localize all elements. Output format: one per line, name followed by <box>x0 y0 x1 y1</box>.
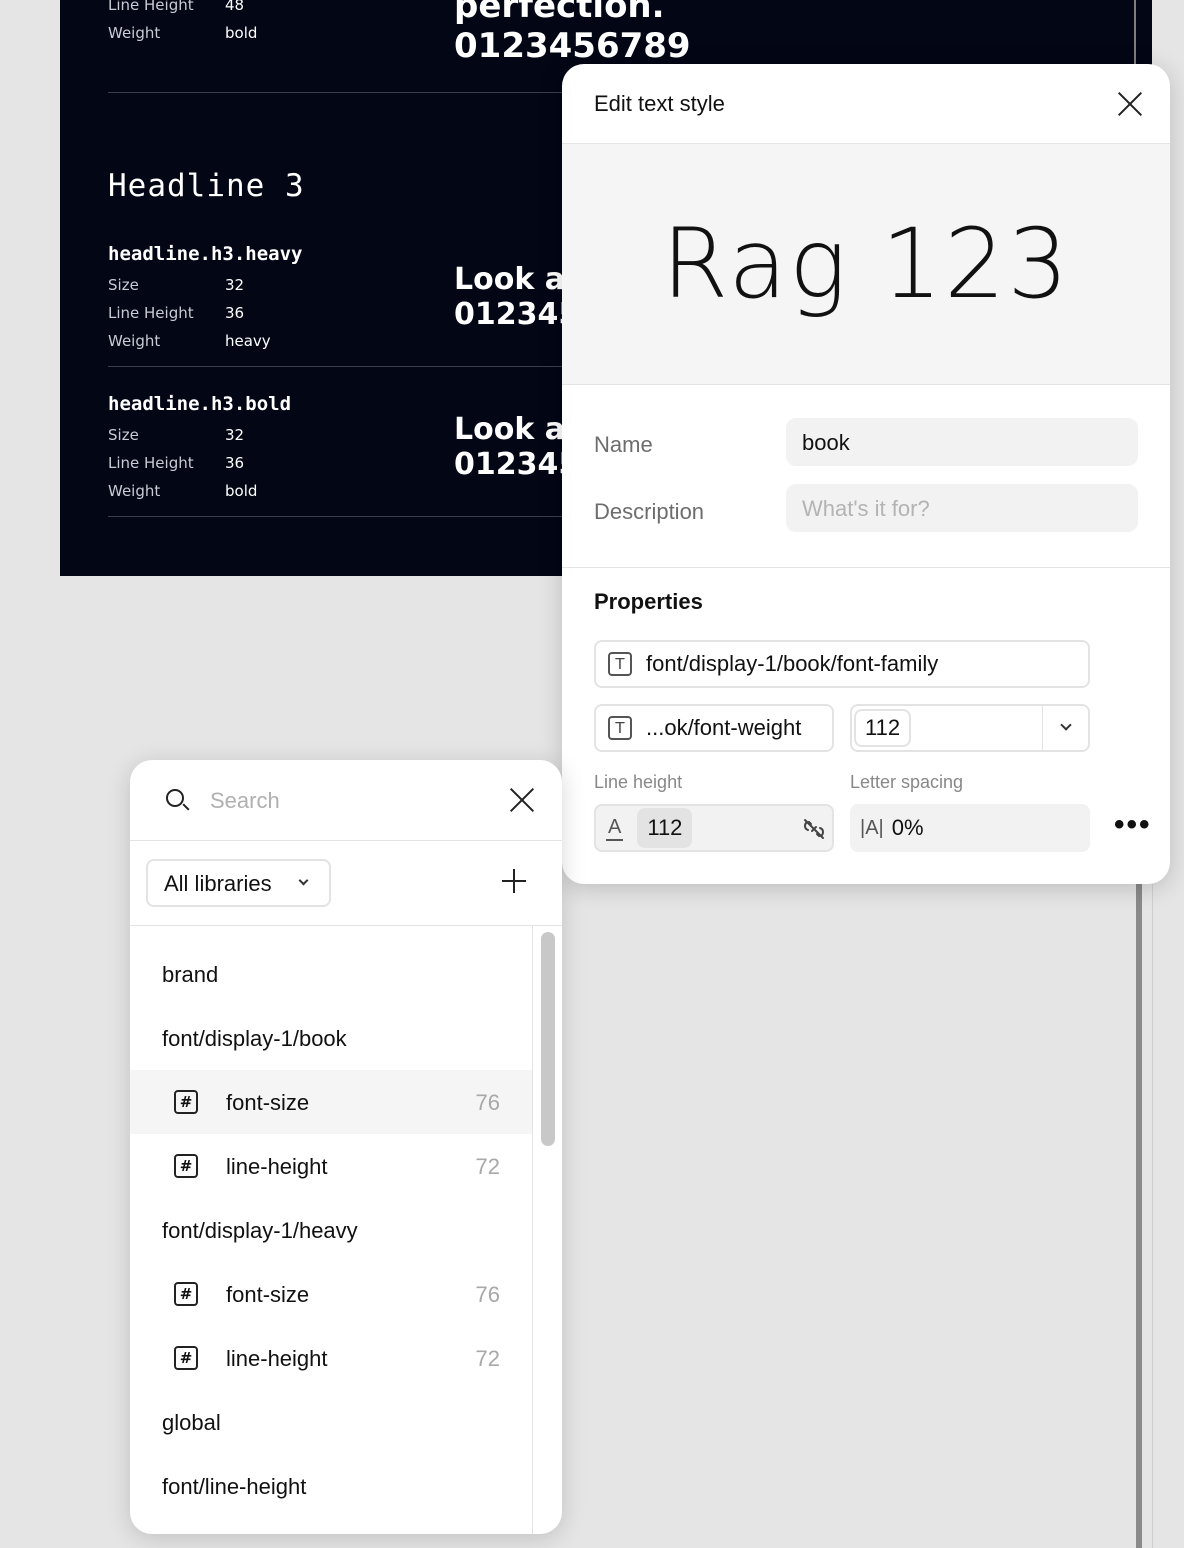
line-height-label: Line height <box>594 772 683 792</box>
line-height-icon: A <box>606 816 624 841</box>
font-size-field[interactable]: 112 <box>850 704 1090 752</box>
text-preview: Rag 123 <box>562 144 1170 385</box>
name-input[interactable]: book <box>786 418 1138 466</box>
line-height-value: 112 <box>637 808 693 848</box>
chevron-down-icon <box>298 875 309 886</box>
library-filter-label: All libraries <box>164 871 272 896</box>
list-group-header[interactable]: font/line-height <box>130 1454 532 1518</box>
number-variable-icon: # <box>174 1090 198 1114</box>
text-type-icon: T <box>608 716 632 740</box>
number-variable-icon: # <box>174 1282 198 1306</box>
text-type-icon: T <box>608 652 632 676</box>
font-weight-field[interactable]: T ...ok/font-weight <box>594 704 834 752</box>
variable-list: brand font/display-1/book # font-size 76… <box>130 926 532 1534</box>
canvas-guide <box>1152 884 1153 1548</box>
dialog-header: Edit text style <box>562 64 1170 144</box>
list-item[interactable]: # line-height 72 <box>130 1134 532 1198</box>
meta-row: Line Height 36 <box>108 454 245 472</box>
meta-row: Weight bold <box>108 24 258 42</box>
search-icon <box>166 789 184 807</box>
list-group-header[interactable]: font/display-1/heavy <box>130 1198 532 1262</box>
add-icon[interactable] <box>502 869 526 893</box>
canvas-guide <box>1136 884 1142 1548</box>
meta-row: Line Height 36 <box>108 304 245 322</box>
list-group-header[interactable]: font/display-1/book <box>130 1006 532 1070</box>
list-item[interactable]: # font-size 76 <box>130 1070 532 1134</box>
font-family-value: font/display-1/book/font-family <box>646 651 939 676</box>
type-sample: Look at 012345 <box>454 262 580 332</box>
font-weight-value: ...ok/font-weight <box>646 715 802 740</box>
close-icon[interactable] <box>1116 90 1144 118</box>
divider <box>1042 706 1043 750</box>
letter-spacing-value: 0% <box>891 815 924 840</box>
search-input[interactable]: Search <box>210 788 280 814</box>
dialog-title: Edit text style <box>594 91 725 116</box>
number-variable-icon: # <box>174 1346 198 1370</box>
number-variable-icon: # <box>174 1154 198 1178</box>
meta-row: Weight bold <box>108 482 258 500</box>
list-item[interactable]: # line-height 72 <box>130 1326 532 1390</box>
chevron-down-icon[interactable] <box>1060 719 1072 731</box>
scrollbar-thumb[interactable] <box>541 932 555 1146</box>
properties-title: Properties <box>594 589 703 614</box>
meta-row: Size 32 <box>108 426 245 444</box>
font-family-field[interactable]: T font/display-1/book/font-family <box>594 640 1090 688</box>
line-height-field[interactable]: A 112 <box>594 804 834 852</box>
divider <box>562 567 1170 568</box>
letter-spacing-icon: |A| <box>860 816 884 839</box>
name-label: Name <box>594 432 653 457</box>
canvas-guide <box>1134 0 1136 64</box>
edit-text-style-dialog: Edit text style Rag 123 Name book Descri… <box>562 64 1170 884</box>
letter-spacing-field[interactable]: |A| 0% <box>850 804 1090 852</box>
filter-bar: All libraries <box>130 841 562 926</box>
list-group-header[interactable]: global <box>130 1390 532 1454</box>
variables-library-panel: Search All libraries brand font/display-… <box>130 760 562 1534</box>
type-sample: Look at 012345 <box>454 412 580 482</box>
scrollbar[interactable] <box>532 926 562 1534</box>
meta-row: Weight heavy <box>108 332 271 350</box>
meta-row: Size 32 <box>108 276 245 294</box>
list-item[interactable]: # font-size 76 <box>130 1262 532 1326</box>
more-options-icon[interactable]: ••• <box>1114 808 1152 842</box>
type-sample: perfection. 0123456789 <box>454 0 691 66</box>
description-input[interactable]: What's it for? <box>786 484 1138 532</box>
font-size-value: 112 <box>854 709 912 747</box>
letter-spacing-label: Letter spacing <box>850 772 964 792</box>
preview-text: Rag 123 <box>661 208 1071 320</box>
list-group-header[interactable]: brand <box>130 942 532 1006</box>
meta-row: Line Height 48 <box>108 0 245 14</box>
close-icon[interactable] <box>508 786 536 814</box>
style-name: headline.h3.heavy <box>108 243 303 265</box>
unlink-icon[interactable] <box>802 817 826 841</box>
style-name: headline.h3.bold <box>108 393 292 415</box>
library-filter-dropdown[interactable]: All libraries <box>146 859 331 907</box>
section-title: Headline 3 <box>108 168 305 204</box>
search-bar: Search <box>130 760 562 841</box>
description-label: Description <box>594 499 705 524</box>
